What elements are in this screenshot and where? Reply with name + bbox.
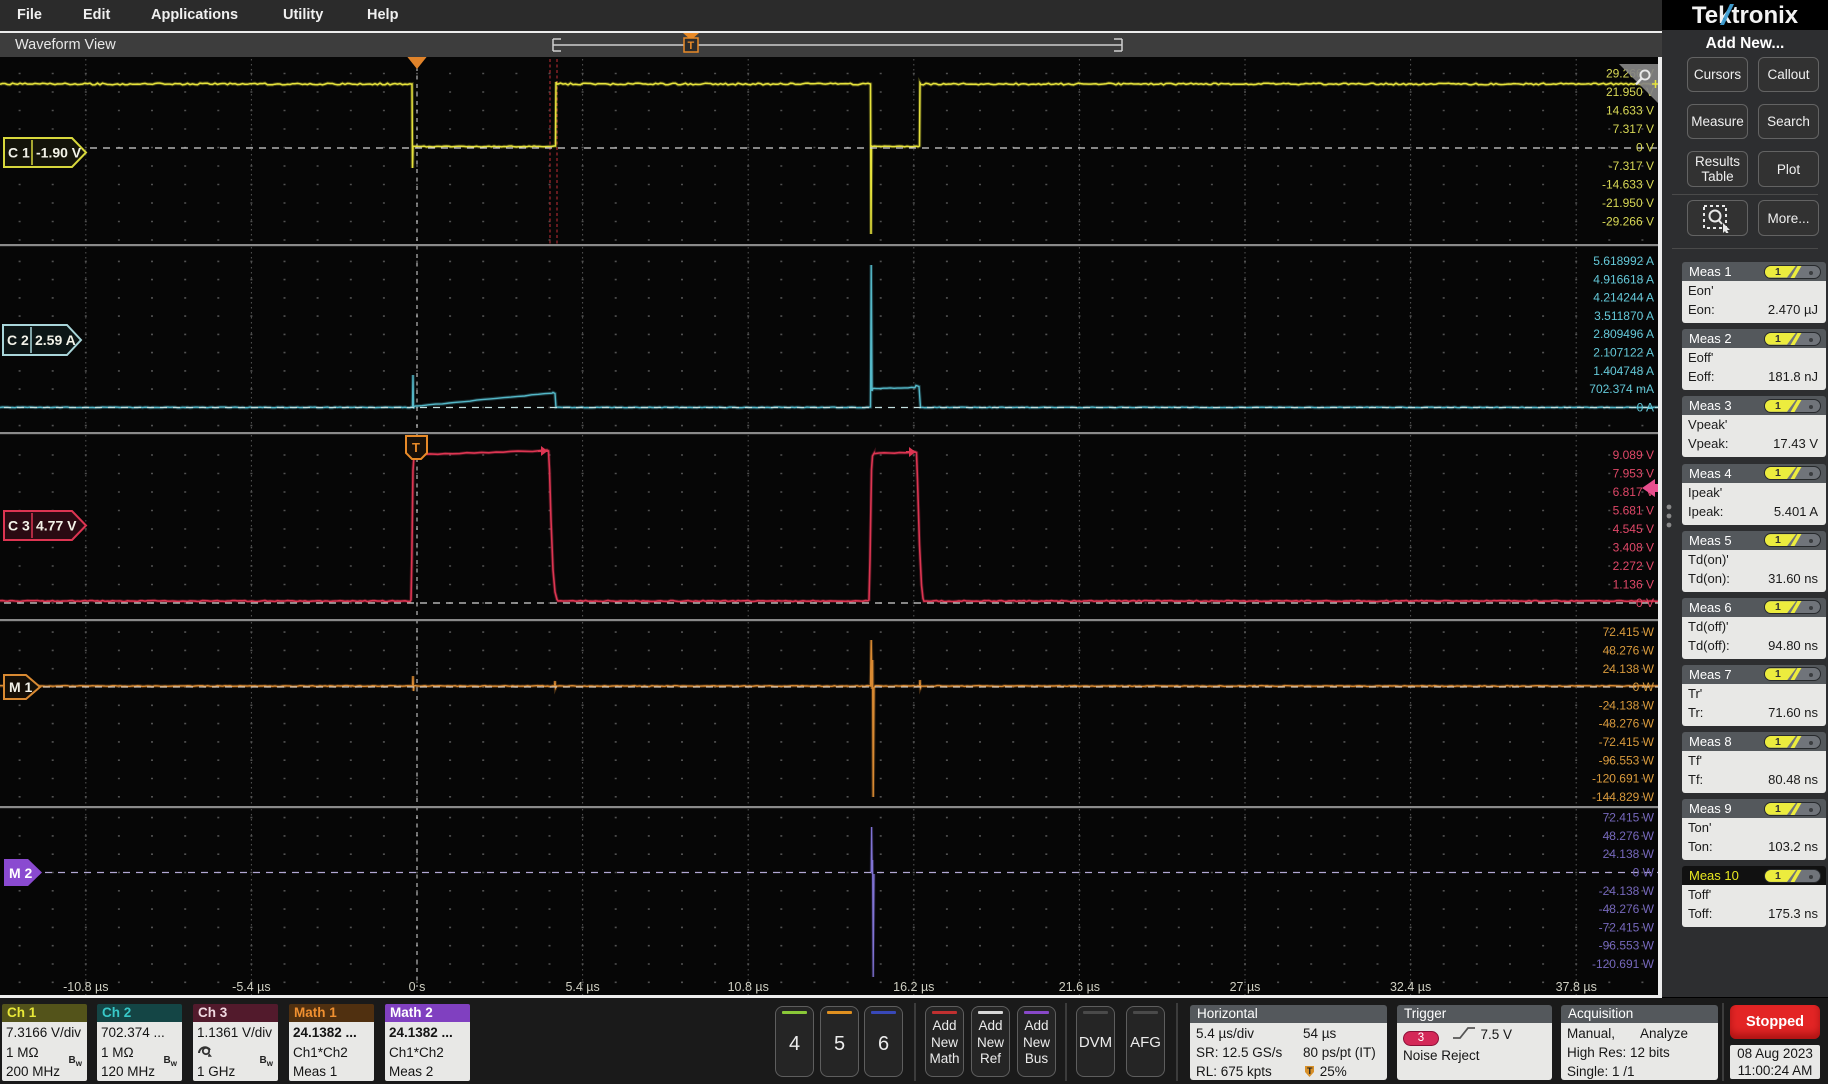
svg-text:0 V: 0 V [1636, 596, 1654, 610]
svg-text:-24.138 W: -24.138 W [1599, 698, 1655, 712]
svg-text:3.408 V: 3.408 V [1613, 541, 1654, 555]
svg-text:2.272 V: 2.272 V [1613, 559, 1654, 573]
svg-text:21.6 µs: 21.6 µs [1059, 980, 1100, 994]
svg-text:2.809496 A: 2.809496 A [1593, 327, 1654, 341]
svg-text:9.089 V: 9.089 V [1613, 448, 1654, 462]
svg-text:72.415 W: 72.415 W [1603, 811, 1655, 825]
svg-text:-96.553 W: -96.553 W [1599, 939, 1655, 953]
svg-text:4.916618 A: 4.916618 A [1593, 272, 1654, 286]
svg-text:48.276 W: 48.276 W [1603, 829, 1655, 843]
svg-text:T: T [688, 40, 695, 52]
svg-text:T: T [412, 440, 420, 455]
svg-text:-10.8 µs: -10.8 µs [63, 980, 108, 994]
svg-text:14.633 V: 14.633 V [1606, 104, 1654, 118]
svg-text:2.107122 A: 2.107122 A [1593, 346, 1654, 360]
svg-text:3.511870 A: 3.511870 A [1594, 309, 1654, 323]
svg-text:1.136 V: 1.136 V [1613, 578, 1654, 592]
svg-text:27 µs: 27 µs [1230, 980, 1261, 994]
svg-text:1.404748 A: 1.404748 A [1593, 364, 1654, 378]
svg-text:Tektronix: Tektronix [1692, 2, 1799, 29]
svg-text:M 2: M 2 [9, 865, 33, 881]
svg-text:10.8 µs: 10.8 µs [728, 980, 769, 994]
svg-text:-120.691 W: -120.691 W [1592, 772, 1655, 786]
svg-text:M 1: M 1 [9, 679, 33, 695]
svg-text:-24.138 W: -24.138 W [1599, 884, 1655, 898]
svg-text:4.77 V: 4.77 V [36, 518, 77, 534]
svg-text:0 W: 0 W [1633, 680, 1655, 694]
svg-text:-120.691 W: -120.691 W [1592, 957, 1655, 971]
svg-text:48.276 W: 48.276 W [1603, 644, 1655, 658]
svg-text:24.138 W: 24.138 W [1603, 847, 1655, 861]
svg-text:-21.950 V: -21.950 V [1602, 196, 1654, 210]
svg-text:24.138 W: 24.138 W [1603, 662, 1655, 676]
svg-text:-48.276 W: -48.276 W [1599, 717, 1655, 731]
svg-text:0 W: 0 W [1633, 866, 1655, 880]
svg-text:0 V: 0 V [1636, 141, 1654, 155]
svg-text:0 A: 0 A [1637, 400, 1654, 414]
svg-text:7.317 V: 7.317 V [1613, 122, 1654, 136]
svg-text:72.415 W: 72.415 W [1603, 625, 1655, 639]
svg-text:-72.415 W: -72.415 W [1599, 920, 1655, 934]
svg-text:-29.266 V: -29.266 V [1602, 215, 1654, 229]
svg-text:C 3: C 3 [8, 518, 30, 534]
svg-text:-72.415 W: -72.415 W [1599, 735, 1655, 749]
svg-text:C 1: C 1 [8, 145, 30, 161]
svg-text:-5.4 µs: -5.4 µs [232, 980, 270, 994]
svg-text:-48.276 W: -48.276 W [1599, 902, 1655, 916]
svg-text:C 2: C 2 [7, 332, 29, 348]
svg-text:-144.829 W: -144.829 W [1592, 790, 1655, 804]
svg-text:5.618992 A: 5.618992 A [1593, 254, 1654, 268]
svg-text:0 s: 0 s [409, 980, 426, 994]
svg-text:32.4 µs: 32.4 µs [1390, 980, 1431, 994]
svg-text:702.374 mA: 702.374 mA [1589, 382, 1654, 396]
svg-text:7.953 V: 7.953 V [1613, 467, 1654, 481]
svg-text:4.214244 A: 4.214244 A [1593, 291, 1654, 305]
svg-text:5.4 µs: 5.4 µs [565, 980, 599, 994]
svg-text:T: T [1307, 1066, 1313, 1076]
svg-text:4.545 V: 4.545 V [1613, 522, 1654, 536]
svg-text:-14.633 V: -14.633 V [1602, 178, 1654, 192]
svg-text:-7.317 V: -7.317 V [1609, 159, 1654, 173]
svg-text:-96.553 W: -96.553 W [1599, 753, 1655, 767]
svg-text:5.681 V: 5.681 V [1613, 504, 1654, 518]
svg-text:16.2 µs: 16.2 µs [893, 980, 934, 994]
svg-text:-1.90 V: -1.90 V [36, 145, 82, 161]
svg-text:2.59 A: 2.59 A [35, 332, 76, 348]
svg-text:37.8 µs: 37.8 µs [1556, 980, 1597, 994]
